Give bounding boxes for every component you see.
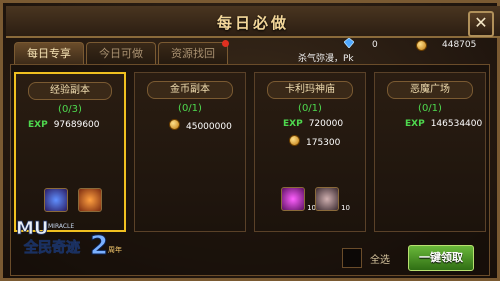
card-count: (0/1)	[418, 103, 442, 114]
exp-label: EXP	[283, 119, 303, 129]
close-button[interactable]: ✕	[468, 11, 494, 37]
card-title: 经验副本	[28, 82, 112, 100]
close-icon: ✕	[474, 13, 488, 32]
exp-reward: EXP 97689600	[28, 120, 100, 130]
tab-resource-recovery[interactable]: 资源找回	[158, 40, 229, 65]
tab-resource-recovery-label: 资源找回	[171, 47, 215, 60]
exp-value: 146534400	[430, 119, 483, 129]
card-count: (0/3)	[58, 104, 82, 115]
tab-daily-exclusive[interactable]: 每日专享	[14, 42, 84, 65]
gold-coin-icon	[169, 119, 180, 130]
diamond-icon	[344, 38, 354, 48]
logo-emblem: MU MIRACLE 全民奇迹 2 周年	[16, 218, 122, 262]
window-title: 每日必做	[216, 14, 289, 32]
card-count: (0/1)	[298, 103, 322, 114]
gold-reward: 45000000	[169, 119, 232, 132]
select-all-checkbox[interactable]	[342, 248, 362, 268]
card-title: 卡利玛神庙	[267, 81, 353, 99]
magenta-gem-icon[interactable]: 10	[281, 187, 316, 212]
card-title: 金币副本	[147, 81, 233, 99]
gem-count: 0	[372, 40, 378, 50]
exp-value: 720000	[308, 119, 344, 129]
gold-coin-icon	[289, 135, 300, 146]
gold-reward: 175300	[289, 135, 340, 148]
exp-reward: EXP 146534400	[405, 119, 482, 129]
card-title: 恶魔广场	[387, 81, 473, 99]
svg-text:周年: 周年	[108, 245, 122, 254]
card-devil-square[interactable]: 恶魔广场 (0/1) EXP 146534400	[374, 72, 486, 232]
svg-text:2: 2	[90, 231, 108, 261]
claim-all-button[interactable]: 一键领取	[408, 245, 474, 271]
gold-value: 175300	[306, 138, 341, 148]
crystal-shard-icon[interactable]: 10	[315, 187, 350, 212]
exp-value: 97689600	[53, 120, 100, 130]
gold-count: 448705	[442, 40, 477, 50]
card-kalima-temple[interactable]: 卡利玛神庙 (0/1) EXP 720000 175300 10 10	[254, 72, 366, 232]
exp-reward: EXP 720000	[283, 119, 343, 129]
card-exp-dungeon[interactable]: 经验副本 (0/3) EXP 97689600	[14, 72, 126, 232]
blue-potion-icon[interactable]	[44, 188, 68, 212]
gold-value: 45000000	[186, 122, 232, 132]
card-count: (0/1)	[178, 103, 202, 114]
svg-text:MIRACLE: MIRACLE	[48, 223, 74, 230]
notification-dot	[222, 40, 229, 47]
svg-text:MU: MU	[16, 218, 49, 239]
exp-label: EXP	[28, 120, 48, 130]
title-bar: 每日必做 ✕	[6, 6, 500, 38]
card-gold-dungeon[interactable]: 金币副本 (0/1) 45000000	[134, 72, 246, 232]
gold-coin-icon	[416, 40, 427, 51]
exp-label: EXP	[405, 119, 425, 129]
item-quantity: 10	[341, 204, 350, 212]
svg-text:全民奇迹: 全民奇迹	[23, 239, 80, 256]
game-logo: MU MIRACLE 全民奇迹 2 周年	[14, 214, 132, 264]
marquee-text: 杀气弥漫，Pk	[298, 54, 354, 64]
tab-available-today[interactable]: 今日可做	[86, 42, 156, 65]
orange-orb-icon[interactable]	[78, 188, 102, 212]
select-all-label: 全选	[370, 255, 390, 266]
